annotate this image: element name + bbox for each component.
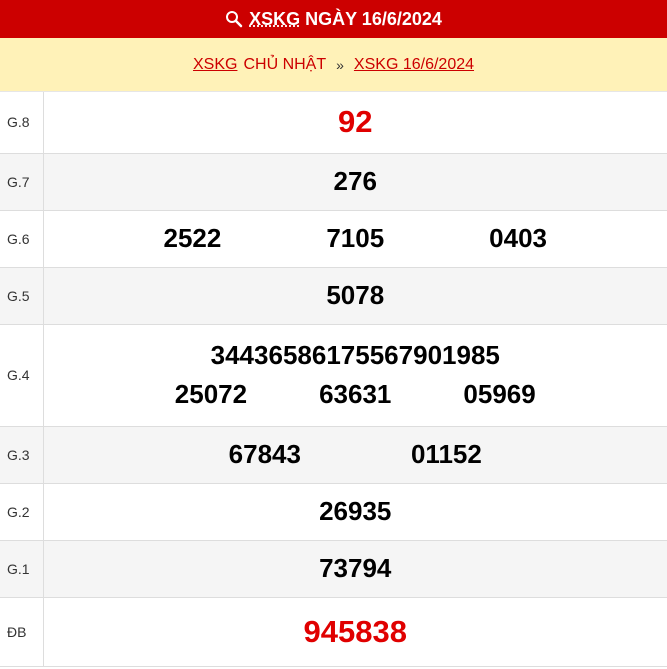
page-title: NGÀY 16/6/2024 <box>305 8 442 29</box>
prize-number: 26935 <box>319 496 392 526</box>
prize-number: 63631 <box>319 379 392 409</box>
prize-label: G.1 <box>0 540 44 598</box>
results-table: G.8 92 G.7 276 G.6 2522 7105 0403 G.5 50… <box>0 92 667 667</box>
prize-label: G.4 <box>0 324 44 427</box>
prize-row-g5: G.5 5078 <box>0 267 667 325</box>
prize-row-special: ĐB 945838 <box>0 597 667 667</box>
prize-row-g1: G.1 73794 <box>0 540 667 598</box>
prize-label: ĐB <box>0 597 44 667</box>
prize-row-g8: G.8 92 <box>0 92 667 154</box>
prize-label: G.7 <box>0 153 44 211</box>
breadcrumb-link-date[interactable]: XSKG 16/6/2024 <box>354 56 474 74</box>
prize-number: 92 <box>338 104 373 140</box>
prize-label: G.2 <box>0 483 44 541</box>
prize-number: 2522 <box>163 223 222 253</box>
breadcrumb-link-xskg[interactable]: XSKG <box>193 56 237 74</box>
prize-number: 7105 <box>326 223 385 253</box>
prize-label: G.3 <box>0 426 44 484</box>
prize-number: 05969 <box>463 379 536 409</box>
prize-number: 58617 <box>282 340 356 370</box>
prize-row-g6: G.6 2522 7105 0403 <box>0 210 667 268</box>
prize-label: G.8 <box>0 92 44 154</box>
prize-row-g2: G.2 26935 <box>0 483 667 541</box>
breadcrumb: XSKG CHỦ NHẬT » XSKG 16/6/2024 <box>0 38 667 92</box>
prize-number: 25072 <box>174 379 248 409</box>
prize-number: 67843 <box>228 439 301 469</box>
prize-row-g3: G.3 67843 01152 <box>0 426 667 484</box>
prize-number: 0403 <box>489 223 548 253</box>
breadcrumb-separator: » <box>336 56 344 73</box>
special-prize-number: 945838 <box>303 613 407 649</box>
prize-row-g7: G.7 276 <box>0 153 667 211</box>
prize-label: G.6 <box>0 210 44 268</box>
header-abbr: XSKG <box>249 8 301 29</box>
prize-row-g4: G.4 34436 58617 55679 01985 25072 63631 … <box>0 324 667 427</box>
prize-label: G.5 <box>0 267 44 325</box>
breadcrumb-day-text: CHỦ NHẬT <box>243 55 327 73</box>
prize-number: 276 <box>333 166 377 196</box>
search-icon[interactable] <box>225 10 243 28</box>
prize-number: 73794 <box>319 553 392 583</box>
page-header: XSKG NGÀY 16/6/2024 <box>0 0 667 38</box>
prize-number: 01152 <box>410 439 482 469</box>
prize-number: 01985 <box>427 340 500 370</box>
prize-number: 5078 <box>326 280 385 310</box>
prize-number: 55679 <box>355 340 428 370</box>
prize-number: 34436 <box>210 340 283 370</box>
